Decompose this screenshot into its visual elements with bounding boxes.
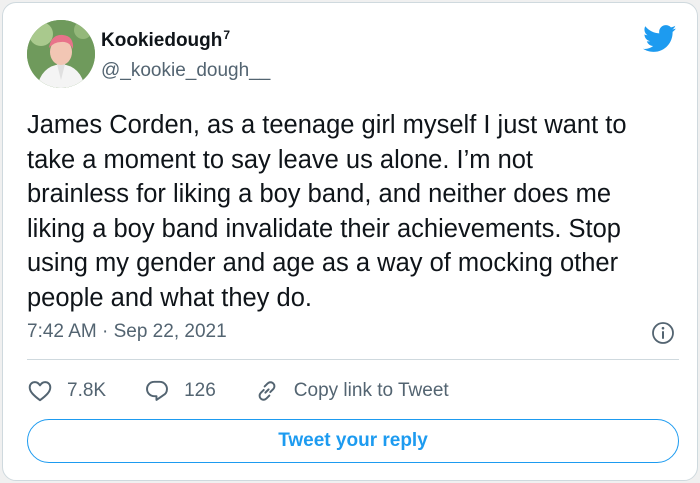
like-count: 7.8K bbox=[67, 380, 107, 401]
like-button[interactable]: 7.8K bbox=[27, 378, 106, 404]
heart-icon bbox=[28, 381, 52, 402]
tweet-text: James Corden, as a teenage girl myself I… bbox=[27, 111, 627, 312]
reply-count-button[interactable]: 126 bbox=[144, 378, 216, 404]
copy-link-label: Copy link to Tweet bbox=[293, 380, 449, 401]
divider bbox=[27, 359, 679, 360]
copy-link-button[interactable]: Copy link to Tweet bbox=[254, 378, 449, 404]
twitter-bird-icon[interactable] bbox=[643, 25, 677, 53]
tweet-timestamp[interactable]: 7:42 AM · Sep 22, 2021 bbox=[27, 321, 227, 343]
reply-bubble-icon bbox=[146, 380, 169, 401]
avatar-image bbox=[27, 20, 95, 88]
display-name-text: Kookiedough bbox=[101, 30, 223, 51]
action-bar: 7.8K 126 Copy link to Tweet bbox=[27, 377, 449, 405]
tweet-your-reply-button[interactable]: Tweet your reply bbox=[27, 419, 679, 463]
name-superscript: 7 bbox=[223, 28, 231, 42]
avatar[interactable] bbox=[27, 20, 95, 88]
info-icon[interactable] bbox=[651, 321, 675, 345]
user-handle[interactable]: @_kookie_dough__ bbox=[101, 60, 270, 82]
link-icon bbox=[258, 381, 276, 401]
reply-count: 126 bbox=[184, 380, 216, 401]
display-name[interactable]: Kookiedough7 bbox=[101, 28, 231, 52]
tweet-card: Kookiedough7 @_kookie_dough__ James Cord… bbox=[2, 2, 698, 481]
